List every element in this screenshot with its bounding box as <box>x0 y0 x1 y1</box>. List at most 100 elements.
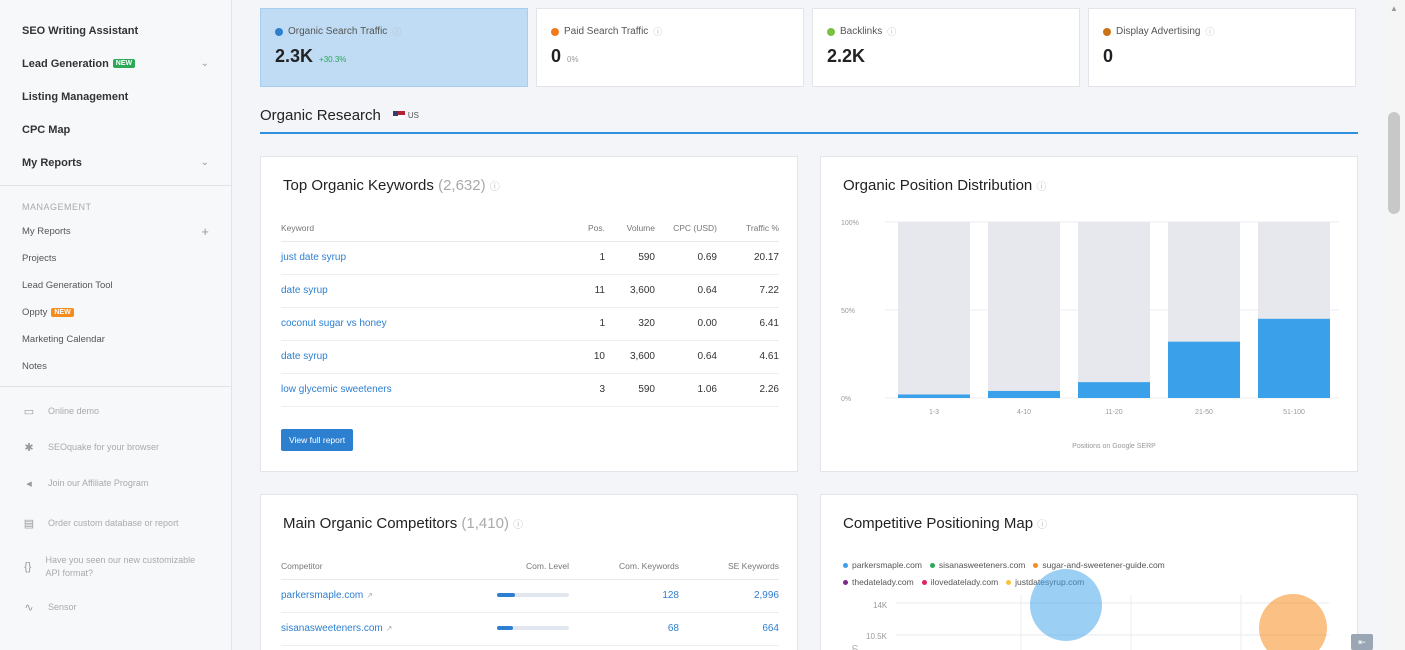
sidebar: SEO Writing Assistant Lead Generation NEW ⌄… <box>0 0 232 650</box>
metric-card[interactable]: Paid Search Traffic ⓘ 0 0% <box>536 8 804 87</box>
info-icon[interactable]: ⓘ <box>513 520 523 531</box>
series-dot-icon <box>827 27 835 36</box>
sidebar-subitem[interactable]: My Reports + <box>0 218 231 245</box>
country-flag[interactable]: US <box>392 110 420 120</box>
table-cell: 4.61 <box>717 340 779 374</box>
sidebar-item-label-wrap: SEO Writing Assistant <box>22 25 138 37</box>
country-code: US <box>407 110 420 120</box>
bar <box>988 390 1060 398</box>
keyword-link[interactable]: low glycemic sweeteners <box>281 373 565 407</box>
sidebar-promo-item[interactable]: ▭ Online demo <box>0 393 231 429</box>
com-level-bar <box>497 626 569 631</box>
keyword-link[interactable]: date syrup <box>281 340 565 374</box>
sidebar-promo-item[interactable]: ◂ Join our Affiliate Program <box>0 465 231 501</box>
info-icon[interactable]: ⓘ <box>1205 25 1214 38</box>
sidebar-promo-item[interactable]: ✱ SEOquake for your browser <box>0 429 231 465</box>
keyword-link[interactable]: coconut sugar vs honey <box>281 307 565 341</box>
table-cell: 320 <box>605 307 655 341</box>
info-icon[interactable]: ⓘ <box>490 182 500 193</box>
col-traffic[interactable]: Traffic % <box>717 215 779 242</box>
competitor-cell: parkersmaple.com ↗ <box>281 579 449 613</box>
col-com-level[interactable]: Com. Level <box>449 553 569 580</box>
keyword-link[interactable]: just date syrup <box>281 241 565 275</box>
sidebar-item[interactable]: SEO Writing Assistant <box>0 14 231 47</box>
sidebar-item-label: My Reports <box>22 156 82 169</box>
sidebar-subitem-label-wrap: Marketing Calendar <box>22 334 105 345</box>
chevron-down-icon[interactable]: ⌄ <box>201 58 209 69</box>
col-cpc[interactable]: CPC (USD) <box>655 215 717 242</box>
table-cell: 11 <box>565 274 605 308</box>
col-keyword[interactable]: Keyword <box>281 215 565 242</box>
col-volume[interactable]: Volume <box>605 215 655 242</box>
metric-value: 0 <box>1103 46 1114 66</box>
scroll-up-icon[interactable]: ▲ <box>1390 4 1398 13</box>
bar <box>1078 382 1150 398</box>
metric-header: Paid Search Traffic ⓘ <box>551 25 789 38</box>
table-row: just date syrup 1 590 0.69 20.17 <box>281 241 779 275</box>
sidebar-item-label-wrap: Lead Generation NEW <box>22 58 136 70</box>
view-full-report-button[interactable]: View full report <box>281 429 354 451</box>
sidebar-subitem-label: Projects <box>22 253 57 264</box>
collapse-icon[interactable]: ⇤ <box>1351 634 1373 650</box>
metric-value-row: 2.3K +30.3% <box>275 46 513 67</box>
metric-value: 0 <box>551 46 562 66</box>
sidebar-item[interactable]: Lead Generation NEW ⌄ <box>0 47 231 80</box>
table-cell: 590 <box>605 241 655 275</box>
metric-value-row: 0 0% <box>551 46 789 67</box>
table-header-row: Keyword Pos. Volume CPC (USD) Traffic % <box>281 215 779 242</box>
sidebar-subitem-label-wrap: Lead Generation Tool <box>22 280 113 291</box>
table-cell: 7.22 <box>717 274 779 308</box>
sidebar-subitem[interactable]: Projects <box>0 245 231 272</box>
x-tick-label: 4-10 <box>1017 409 1031 416</box>
col-se-keywords[interactable]: SE Keywords <box>679 553 779 580</box>
monitor-icon: ▭ <box>23 405 35 418</box>
sidebar-item-label: CPC Map <box>22 123 71 136</box>
sidebar-item-label-wrap: Listing Management <box>22 91 128 103</box>
metric-change: +30.3% <box>319 55 347 64</box>
sidebar-item[interactable]: CPC Map <box>0 113 231 146</box>
sidebar-item[interactable]: My Reports ⌄ <box>0 146 231 179</box>
com-keywords-link[interactable]: 128 <box>569 579 679 613</box>
section-title: Organic Research <box>260 106 381 124</box>
sidebar-subitem[interactable]: Notes <box>0 353 231 380</box>
col-position[interactable]: Pos. <box>565 215 605 242</box>
scrollbar-thumb[interactable] <box>1388 112 1400 214</box>
bar <box>1258 318 1330 398</box>
competitors-table: Competitor Com. Level Com. Keywords SE K… <box>281 553 779 646</box>
chevron-down-icon[interactable]: ⌄ <box>201 157 209 168</box>
page-scrollbar[interactable]: ▲ <box>1384 0 1405 650</box>
external-link-icon[interactable]: ↗ <box>366 591 373 600</box>
sidebar-promo-item[interactable]: ▤ Order custom database or report <box>0 501 231 545</box>
info-icon[interactable]: ⓘ <box>653 25 662 38</box>
se-keywords-link[interactable]: 664 <box>679 612 779 646</box>
keyword-count: (2,632) <box>438 177 486 194</box>
external-link-icon[interactable]: ↗ <box>386 624 393 633</box>
keyword-link[interactable]: date syrup <box>281 274 565 308</box>
metric-card[interactable]: Backlinks ⓘ 2.2K <box>812 8 1080 87</box>
plus-icon[interactable]: + <box>201 224 209 239</box>
sidebar-promo-item[interactable]: {} Have you seen our new customizable API… <box>0 545 231 589</box>
com-keywords-link[interactable]: 68 <box>569 612 679 646</box>
bar-track <box>898 222 970 398</box>
metric-card[interactable]: Display Advertising ⓘ 0 <box>1088 8 1356 87</box>
sidebar-subitem[interactable]: Marketing Calendar <box>0 326 231 353</box>
col-com-keywords[interactable]: Com. Keywords <box>569 553 679 580</box>
table-cell: 3,600 <box>605 274 655 308</box>
competitor-link[interactable]: sisanasweeteners.com <box>281 623 383 634</box>
sidebar-subitem[interactable]: Lead Generation Tool <box>0 272 231 299</box>
se-keywords-link[interactable]: 2,996 <box>679 579 779 613</box>
competitor-link[interactable]: parkersmaple.com <box>281 590 363 601</box>
sidebar-item[interactable]: Listing Management <box>0 80 231 113</box>
bubble-sugar-guide <box>1259 594 1327 650</box>
sidebar-promo-label: Join our Affiliate Program <box>48 477 149 488</box>
info-icon[interactable]: ⓘ <box>392 25 401 38</box>
sidebar-promo-item[interactable]: ∿ Sensor <box>0 589 231 625</box>
sidebar-subitem[interactable]: Oppty NEW <box>0 299 231 326</box>
x-tick-label: 21-50 <box>1195 409 1213 416</box>
sidebar-item-label: SEO Writing Assistant <box>22 24 139 37</box>
metric-cards: Organic Search Traffic ⓘ 2.3K +30.3% Paid Se… <box>260 8 1356 87</box>
sidebar-subitem-label: Lead Generation Tool <box>22 280 113 291</box>
col-competitor[interactable]: Competitor <box>281 553 449 580</box>
info-icon[interactable]: ⓘ <box>887 25 896 38</box>
metric-card[interactable]: Organic Search Traffic ⓘ 2.3K +30.3% <box>260 8 528 87</box>
